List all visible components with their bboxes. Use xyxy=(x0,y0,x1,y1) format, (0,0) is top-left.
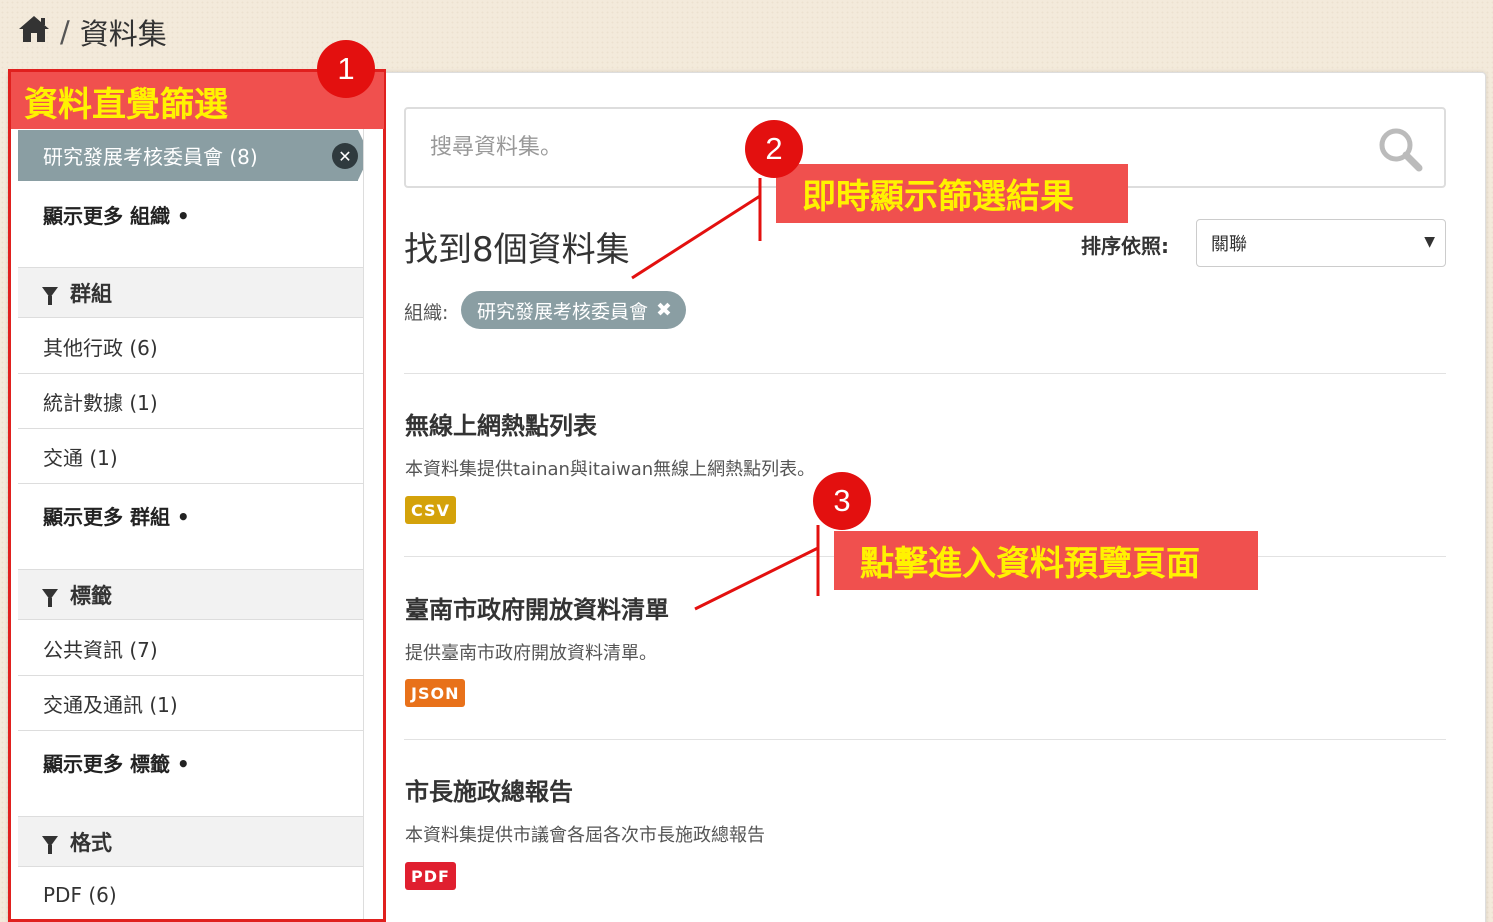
dataset-title-link[interactable]: 無線上網熱點列表 xyxy=(405,406,597,441)
breadcrumb-current: 資料集 xyxy=(79,17,167,51)
format-badge-pdf[interactable]: PDF xyxy=(405,862,456,890)
annotation-label-3: 點擊進入資料預覽頁面 xyxy=(834,531,1258,590)
sort-select[interactable]: 關聯 ▼ xyxy=(1196,219,1446,267)
sort-select-value: 關聯 xyxy=(1211,234,1247,255)
annotation-label-2: 即時顯示篩選結果 xyxy=(776,164,1128,223)
breadcrumb-separator: / xyxy=(60,15,70,49)
dataset-title-link[interactable]: 臺南市政府開放資料清單 xyxy=(405,590,669,625)
home-icon[interactable] xyxy=(18,14,50,51)
search-icon[interactable] xyxy=(1376,125,1424,173)
remove-filter-icon[interactable]: ✖ xyxy=(656,299,672,321)
applied-filter-label: 組織: xyxy=(404,302,449,324)
breadcrumb: / 資料集 xyxy=(18,12,167,52)
result-count-heading: 找到8個資料集 xyxy=(404,230,630,270)
dataset-title-link[interactable]: 市長施政總報告 xyxy=(405,772,573,807)
dataset-description: 本資料集提供市議會各屆各次市長施政總報告 xyxy=(405,825,765,846)
annotation-frame-1 xyxy=(8,69,386,922)
sort-label: 排序依照: xyxy=(1081,234,1169,258)
annotation-number-2: 2 xyxy=(745,120,803,178)
annotation-number-3: 3 xyxy=(813,472,871,530)
dataset-description: 本資料集提供tainan與itaiwan無線上網熱點列表。 xyxy=(405,459,816,480)
format-badge-json[interactable]: JSON xyxy=(405,679,466,707)
divider xyxy=(404,373,1446,374)
applied-filter-tag-label: 研究發展考核委員會 xyxy=(477,300,649,323)
format-badge-csv[interactable]: CSV xyxy=(405,496,456,524)
caret-down-icon: ▼ xyxy=(1424,234,1435,250)
dataset-description: 提供臺南市政府開放資料清單。 xyxy=(405,643,657,664)
applied-filter-tag[interactable]: 研究發展考核委員會 ✖ xyxy=(461,291,686,329)
annotation-number-1: 1 xyxy=(317,40,375,98)
annotation-label-1: 資料直覺篩選 xyxy=(24,85,228,125)
divider xyxy=(404,739,1446,740)
